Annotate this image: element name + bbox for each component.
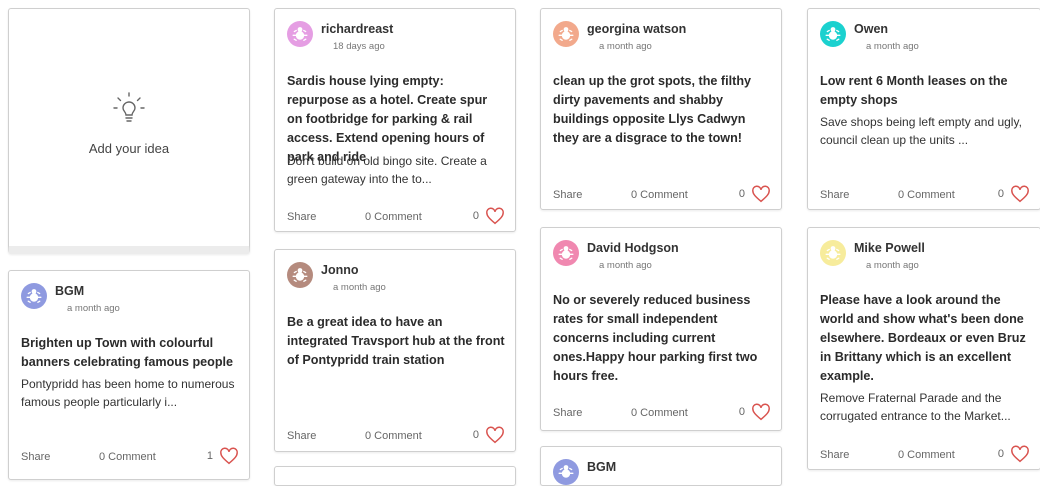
avatar <box>553 240 579 266</box>
share-button[interactable]: Share <box>553 407 582 419</box>
avatar <box>820 21 846 47</box>
author-name[interactable]: Jonno <box>321 263 359 277</box>
avatar <box>287 262 313 288</box>
heart-icon[interactable] <box>485 207 505 225</box>
comment-count[interactable]: 0 Comment <box>898 449 955 461</box>
like-button[interactable]: 0 <box>739 403 771 421</box>
idea-card[interactable]: Owen a month ago Low rent 6 Month leases… <box>807 8 1040 210</box>
like-button[interactable]: 0 <box>739 185 771 203</box>
author-name[interactable]: Owen <box>854 22 888 36</box>
heart-icon[interactable] <box>751 403 771 421</box>
heart-icon[interactable] <box>1010 185 1030 203</box>
post-time: a month ago <box>333 282 386 293</box>
avatar <box>287 21 313 47</box>
like-count: 0 <box>997 188 1004 200</box>
share-button[interactable]: Share <box>553 189 582 201</box>
add-idea-label: Add your idea <box>88 141 170 156</box>
share-button[interactable]: Share <box>820 449 849 461</box>
comment-count[interactable]: 0 Comment <box>898 189 955 201</box>
avatar <box>553 459 579 485</box>
idea-card[interactable]: David Hodgson a month ago No or severely… <box>540 227 782 431</box>
like-count: 0 <box>472 210 479 222</box>
author-name[interactable]: BGM <box>587 460 616 474</box>
heart-icon[interactable] <box>219 447 239 465</box>
idea-card[interactable]: BGM <box>540 446 782 486</box>
idea-description: Remove Fraternal Parade and the corrugat… <box>820 391 1011 423</box>
avatar <box>21 283 47 309</box>
idea-card[interactable] <box>274 466 516 486</box>
idea-description: Save shops being left empty and ugly, co… <box>820 115 1022 147</box>
idea-title[interactable]: Brighten up Town with colourful banners … <box>21 334 239 372</box>
add-idea-card[interactable]: Add your idea <box>8 8 250 254</box>
author-name[interactable]: Mike Powell <box>854 241 925 255</box>
author-name[interactable]: richardreast <box>321 22 393 36</box>
heart-icon[interactable] <box>1010 445 1030 463</box>
idea-title[interactable]: Please have a look around the world and … <box>820 291 1030 386</box>
idea-card[interactable]: richardreast 18 days ago Sardis house ly… <box>274 8 516 232</box>
idea-description: Don't build on old bingo site. Create a … <box>287 154 487 186</box>
avatar <box>820 240 846 266</box>
post-time: 18 days ago <box>333 41 385 52</box>
idea-title[interactable]: Be a great idea to have an integrated Tr… <box>287 313 505 370</box>
share-button[interactable]: Share <box>820 189 849 201</box>
lightbulb-icon <box>113 91 145 132</box>
like-count: 0 <box>997 448 1004 460</box>
like-count: 0 <box>738 406 745 418</box>
like-count: 0 <box>472 429 479 441</box>
author-name[interactable]: David Hodgson <box>587 241 679 255</box>
like-button[interactable]: 0 <box>473 426 505 444</box>
comment-count[interactable]: 0 Comment <box>365 430 422 442</box>
share-button[interactable]: Share <box>287 430 316 442</box>
post-time: a month ago <box>599 41 652 52</box>
idea-title[interactable]: clean up the grot spots, the filthy dirt… <box>553 72 771 148</box>
post-time: a month ago <box>866 260 919 271</box>
comment-count[interactable]: 0 Comment <box>365 211 422 223</box>
post-time: a month ago <box>866 41 919 52</box>
idea-card[interactable]: BGM a month ago Brighten up Town with co… <box>8 270 250 480</box>
share-button[interactable]: Share <box>21 451 50 463</box>
author-name[interactable]: georgina watson <box>587 22 686 36</box>
share-button[interactable]: Share <box>287 211 316 223</box>
author-name[interactable]: BGM <box>55 284 84 298</box>
like-count: 1 <box>206 450 213 462</box>
heart-icon[interactable] <box>485 426 505 444</box>
post-time: a month ago <box>67 303 120 314</box>
like-button[interactable]: 0 <box>473 207 505 225</box>
heart-icon[interactable] <box>751 185 771 203</box>
like-count: 0 <box>738 188 745 200</box>
idea-title[interactable]: No or severely reduced business rates fo… <box>553 291 771 386</box>
idea-card[interactable]: georgina watson a month ago clean up the… <box>540 8 782 210</box>
comment-count[interactable]: 0 Comment <box>631 407 688 419</box>
idea-description: Pontypridd has been home to numerous fam… <box>21 377 235 409</box>
like-button[interactable]: 0 <box>998 445 1030 463</box>
like-button[interactable]: 1 <box>207 447 239 465</box>
idea-title[interactable]: Low rent 6 Month leases on the empty sho… <box>820 72 1030 110</box>
avatar <box>553 21 579 47</box>
comment-count[interactable]: 0 Comment <box>631 189 688 201</box>
post-time: a month ago <box>599 260 652 271</box>
comment-count[interactable]: 0 Comment <box>99 451 156 463</box>
idea-card[interactable]: Jonno a month ago Be a great idea to hav… <box>274 249 516 452</box>
idea-card[interactable]: Mike Powell a month ago Please have a lo… <box>807 227 1040 470</box>
like-button[interactable]: 0 <box>998 185 1030 203</box>
